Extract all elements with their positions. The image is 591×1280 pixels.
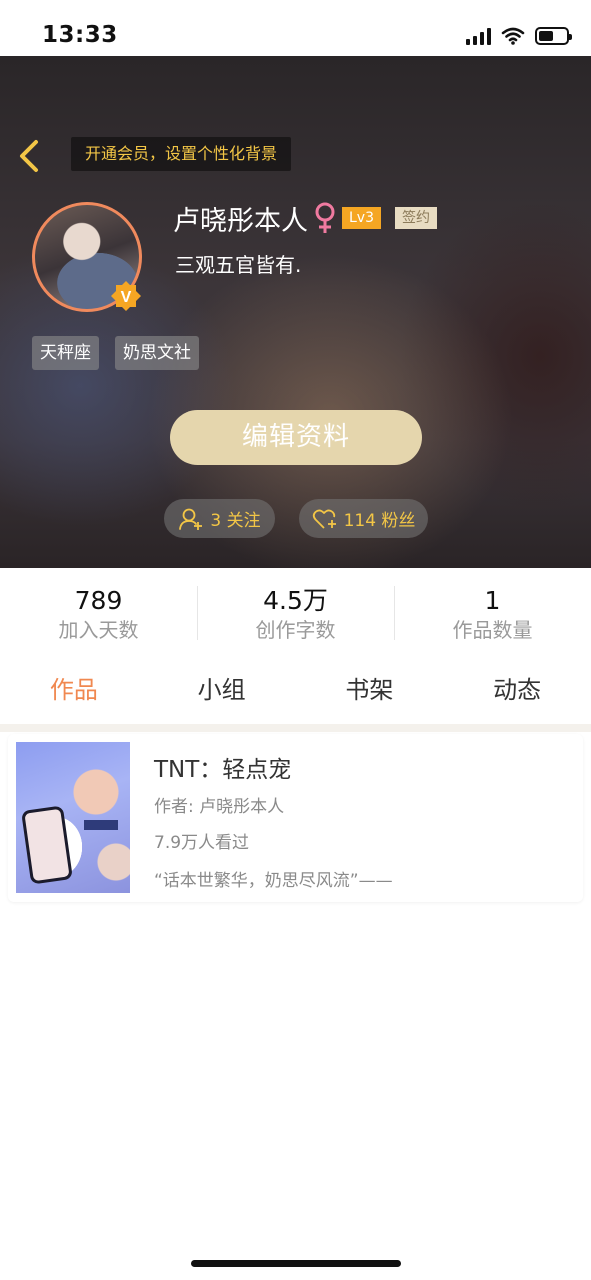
work-card[interactable]: TNT：轻点宠 作者: 卢晓彤本人 7.9万人看过 “话本世繁华，奶思尽风流”—… (8, 734, 583, 902)
status-time: 13:33 (42, 22, 118, 48)
verified-badge-icon: V (111, 281, 141, 311)
user-name: 卢晓彤本人 (173, 205, 308, 237)
tag-zodiac: 天秤座 (32, 336, 99, 370)
avatar-container[interactable]: V (32, 202, 142, 312)
work-quote: “话本世繁华，奶思尽风流”—— (154, 871, 393, 891)
stat-works-count: 1 作品数量 (394, 568, 591, 656)
profile-tags: 天秤座 奶思文社 (32, 336, 199, 370)
following-button[interactable]: 3 关注 (164, 499, 275, 538)
name-row: 卢晓彤本人 Lv3 签约 (173, 198, 437, 238)
battery-icon (535, 27, 572, 45)
chevron-left-icon (20, 140, 38, 172)
work-cover-image[interactable] (16, 742, 130, 893)
status-icons (466, 26, 572, 46)
profile-tabs: 作品 小组 书架 动态 (0, 660, 591, 724)
status-bar: 13:33 (0, 0, 591, 56)
followers-button[interactable]: 114 粉丝 (299, 499, 428, 538)
vip-background-tip[interactable]: 开通会员，设置个性化背景 (71, 137, 292, 171)
user-bio: 三观五官皆有. (175, 253, 302, 277)
stat-value: 1 (484, 586, 501, 615)
section-divider (0, 724, 591, 732)
tag-club[interactable]: 奶思文社 (115, 336, 199, 370)
tab-groups[interactable]: 小组 (148, 660, 296, 724)
tab-works[interactable]: 作品 (0, 660, 148, 724)
following-count: 3 关注 (210, 511, 261, 531)
stats-row: 789 加入天数 4.5万 创作字数 1 作品数量 (0, 568, 591, 656)
signed-author-badge: 签约 (395, 207, 437, 229)
female-icon (315, 202, 335, 233)
tab-activity[interactable]: 动态 (443, 660, 591, 724)
cover-stripe-art (84, 820, 118, 830)
edit-profile-button[interactable]: 编辑资料 (170, 410, 422, 465)
tab-bookshelf[interactable]: 书架 (296, 660, 444, 724)
wifi-icon (501, 27, 525, 45)
cover-phone-art (21, 805, 73, 885)
stat-label: 加入天数 (58, 618, 139, 642)
profile-header: 开通会员，设置个性化背景 V 卢晓彤本人 Lv3 签约 三观五官皆有. 天秤座 … (0, 56, 591, 568)
level-badge: Lv3 (342, 207, 381, 229)
stat-word-count: 4.5万 创作字数 (197, 568, 394, 656)
stat-join-days: 789 加入天数 (0, 568, 197, 656)
back-button[interactable] (12, 134, 48, 178)
work-views: 7.9万人看过 (154, 833, 250, 853)
work-author: 作者: 卢晓彤本人 (154, 797, 285, 817)
home-indicator[interactable] (191, 1260, 401, 1267)
stat-label: 作品数量 (452, 618, 533, 642)
verified-badge-label: V (121, 289, 132, 306)
user-add-icon (179, 508, 203, 530)
heart-add-icon (312, 509, 336, 529)
work-title[interactable]: TNT：轻点宠 (154, 750, 291, 784)
stat-value: 789 (74, 586, 123, 615)
stat-label: 创作字数 (255, 618, 336, 642)
signal-bars-icon (466, 27, 491, 45)
stat-value: 4.5万 (263, 586, 328, 615)
followers-count: 114 粉丝 (343, 511, 416, 531)
